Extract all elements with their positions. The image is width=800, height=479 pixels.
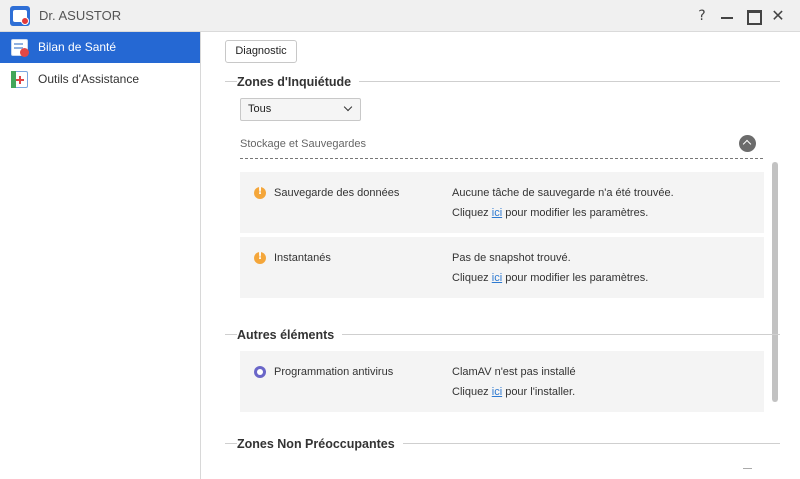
settings-link[interactable]: ici — [492, 272, 502, 284]
scrollbar-thumb[interactable] — [772, 162, 778, 402]
item-message: ClamAV n'est pas installé — [452, 366, 576, 378]
section-title-other: Autres éléments — [237, 328, 343, 342]
warning-icon — [254, 186, 266, 199]
sidebar-item-label: Outils d'Assistance — [38, 72, 139, 86]
install-link[interactable]: ici — [492, 386, 502, 398]
item-name: Programmation antivirus — [274, 366, 394, 378]
settings-link[interactable]: ici — [492, 207, 502, 219]
diagnostic-button[interactable]: Diagnostic — [225, 40, 297, 63]
item-message: Aucune tâche de sauvegarde n'a été trouv… — [452, 187, 674, 199]
window-title: Dr. ASUSTOR — [39, 8, 122, 23]
medical-kit-icon — [11, 71, 28, 88]
item-name: Instantanés — [274, 252, 331, 264]
section-title-non-concerns: Zones Non Préoccupantes — [237, 437, 403, 451]
filter-select-value: Tous — [248, 103, 272, 115]
list-item-antivirus: Programmation antivirus ClamAV n'est pas… — [240, 351, 764, 412]
section-title-concerns: Zones d'Inquiétude — [237, 75, 360, 89]
health-report-icon — [11, 39, 29, 57]
gear-icon — [254, 366, 266, 378]
close-button[interactable]: ✕ — [768, 6, 788, 26]
warning-icon — [254, 251, 266, 264]
sidebar-item-health-check[interactable]: Bilan de Santé — [0, 32, 200, 63]
item-action: Cliquez ici pour modifier les paramètres… — [452, 207, 649, 219]
collapse-up-icon[interactable] — [739, 135, 756, 152]
list-item-snapshots: Instantanés Pas de snapshot trouvé. Cliq… — [240, 237, 764, 298]
sidebar-item-label: Bilan de Santé — [38, 40, 117, 54]
item-message: Pas de snapshot trouvé. — [452, 252, 571, 264]
item-name: Sauvegarde des données — [274, 187, 400, 199]
list-item-backup: Sauvegarde des données Aucune tâche de s… — [240, 172, 764, 233]
minimize-button[interactable] — [717, 6, 737, 26]
group-label-storage: Stockage et Sauvegardes — [240, 138, 366, 150]
item-action: Cliquez ici pour l'installer. — [452, 386, 576, 398]
main-content: Diagnostic Zones d'Inquiétude Tous Stock… — [201, 32, 800, 479]
title-bar: Dr. ASUSTOR ? ✕ — [0, 0, 800, 32]
filter-select[interactable]: Tous — [240, 98, 361, 121]
sidebar-item-support-tools[interactable]: Outils d'Assistance — [0, 64, 200, 95]
item-action: Cliquez ici pour modifier les paramètres… — [452, 272, 649, 284]
chevron-down-icon — [343, 102, 353, 112]
help-button[interactable]: ? — [692, 6, 712, 26]
maximize-button[interactable] — [743, 6, 763, 26]
app-logo-icon — [10, 6, 30, 26]
collapse-indicator — [743, 468, 752, 469]
group-divider — [240, 158, 763, 159]
sidebar: Bilan de Santé Outils d'Assistance — [0, 32, 201, 479]
